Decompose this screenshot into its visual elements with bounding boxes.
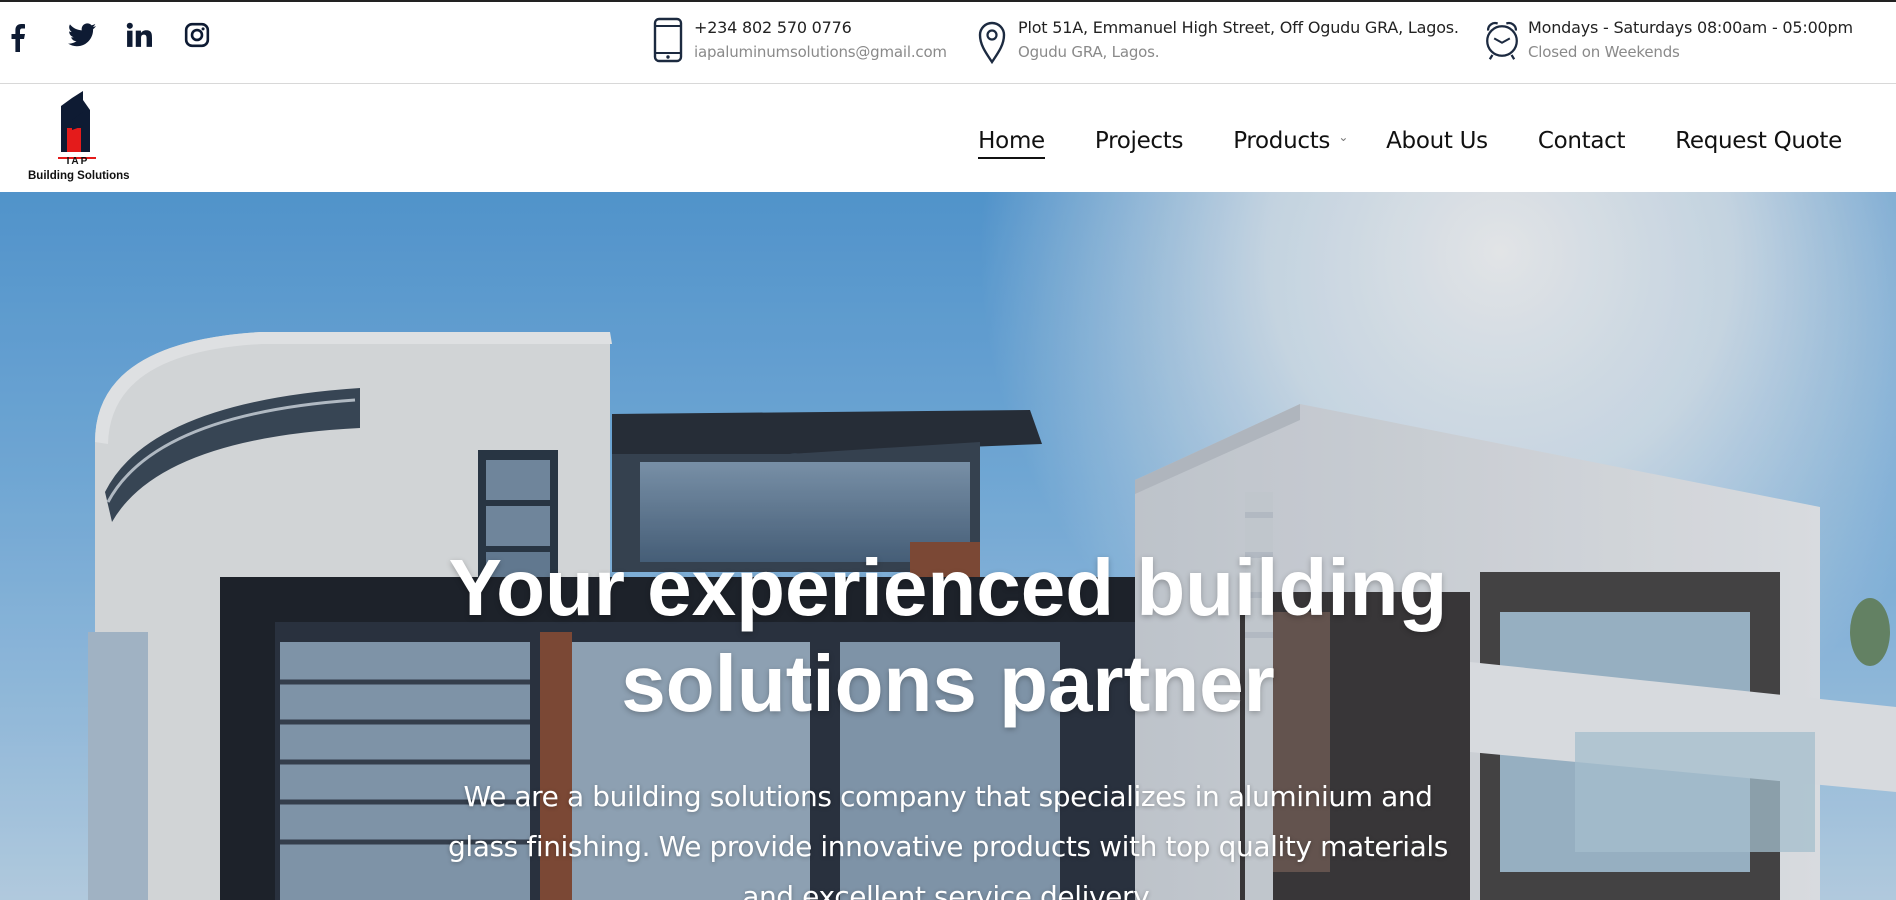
nav-request-quote[interactable]: Request Quote <box>1675 128 1842 158</box>
instagram-link[interactable] <box>184 22 242 54</box>
nav-products-label: Products <box>1233 128 1331 154</box>
phone-icon <box>653 17 683 63</box>
hero-subtitle-line-2: glass finishing. We provide innovative p… <box>447 830 1448 863</box>
hours-line-2: Closed on Weekends <box>1528 43 1680 61</box>
main-nav: Home Projects Products ⌄ About Us Contac… <box>928 128 1842 159</box>
site-logo[interactable]: IAP Building Solutions <box>28 90 130 186</box>
hours-line-1: Mondays - Saturdays 08:00am - 05:00pm <box>1528 18 1853 37</box>
linkedin-icon <box>126 22 152 47</box>
hero-subtitle-line-3: and excellent service delivery. <box>742 880 1154 900</box>
twitter-icon <box>68 23 96 47</box>
phone-number[interactable]: +234 802 570 0776 <box>694 16 947 40</box>
twitter-link[interactable] <box>68 22 126 54</box>
contact-hours-block: Mondays - Saturdays 08:00am - 05:00pm Cl… <box>1482 16 1853 66</box>
chevron-down-icon: ⌄ <box>1338 130 1349 144</box>
nav-products[interactable]: Products ⌄ <box>1233 128 1348 158</box>
logo-mark-text: IAP <box>66 156 90 167</box>
linkedin-link[interactable] <box>126 22 184 54</box>
hero-title: Your experienced building solutions part… <box>348 540 1548 732</box>
hero-subtitle: We are a building solutions company that… <box>398 772 1498 900</box>
nav-contact[interactable]: Contact <box>1538 128 1626 158</box>
nav-about[interactable]: About Us <box>1386 128 1488 158</box>
hero-subtitle-line-1: We are a building solutions company that… <box>463 780 1433 813</box>
nav-home[interactable]: Home <box>978 128 1045 159</box>
site-header: IAP Building Solutions Home Projects Pro… <box>0 84 1896 192</box>
social-links <box>10 22 242 54</box>
hero-title-line-2: solutions partner <box>621 639 1275 728</box>
hero-section: Your experienced building solutions part… <box>0 192 1896 900</box>
location-pin-icon <box>978 21 1006 65</box>
alarm-clock-icon <box>1486 21 1518 60</box>
contact-phone-block: +234 802 570 0776 iapaluminumsolutions@g… <box>648 16 947 66</box>
facebook-icon <box>11 24 25 52</box>
logo-mark <box>58 91 96 159</box>
instagram-icon <box>184 22 210 48</box>
address-line-1: Plot 51A, Emmanuel High Street, Off Ogud… <box>1018 18 1459 37</box>
facebook-link[interactable] <box>10 22 68 54</box>
nav-projects[interactable]: Projects <box>1095 128 1184 158</box>
contact-address-block: Plot 51A, Emmanuel High Street, Off Ogud… <box>972 16 1459 66</box>
address-line-2: Ogudu GRA, Lagos. <box>1018 43 1160 61</box>
top-bar: +234 802 570 0776 iapaluminumsolutions@g… <box>0 0 1896 84</box>
logo-caption: Building Solutions <box>28 170 130 182</box>
hero-title-line-1: Your experienced building <box>448 543 1448 632</box>
email-address[interactable]: iapaluminumsolutions@gmail.com <box>694 40 947 64</box>
